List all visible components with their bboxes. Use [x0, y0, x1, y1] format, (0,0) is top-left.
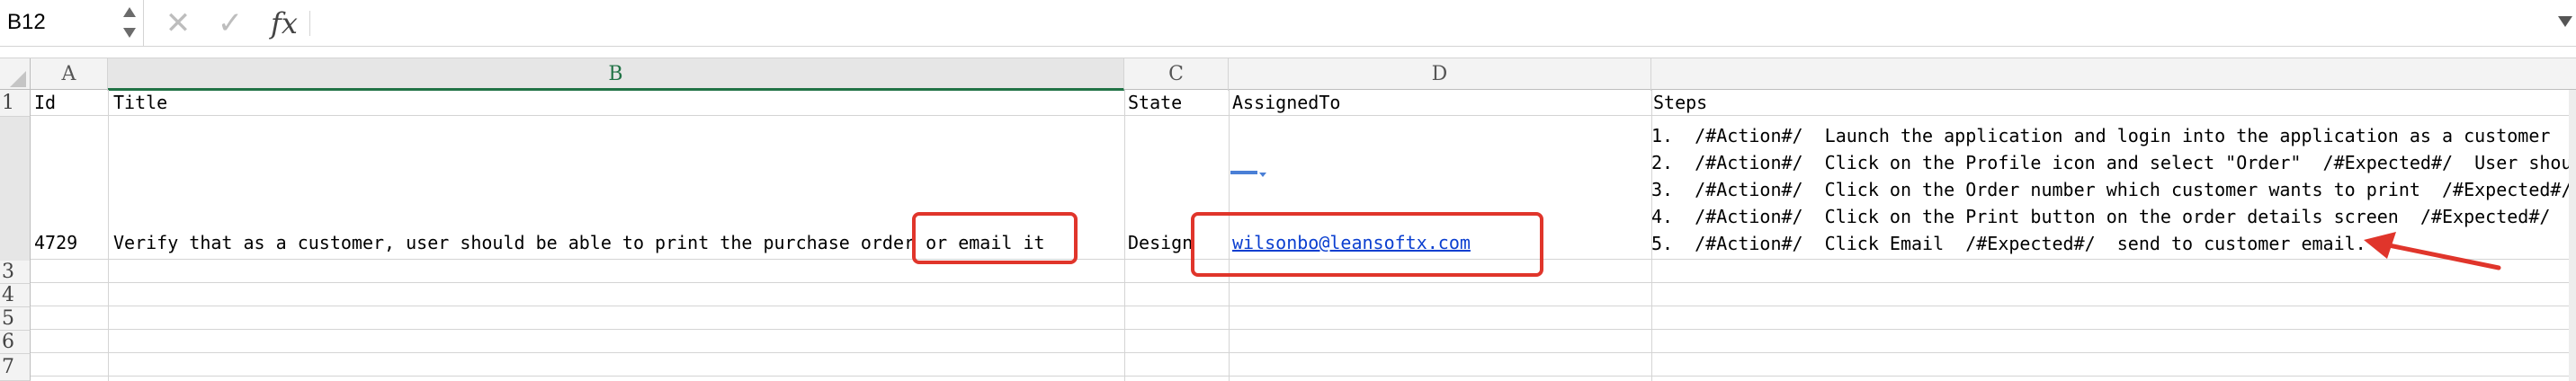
column-header-row: A B C D [0, 58, 2576, 91]
name-box[interactable]: B12 [0, 0, 144, 47]
cell-e1[interactable]: Steps [1653, 92, 1707, 113]
select-all-corner[interactable] [0, 58, 31, 91]
grid-line [31, 376, 2576, 377]
row-header-4[interactable]: 4 [0, 284, 31, 307]
vertical-scrollbar[interactable] [2569, 90, 2576, 381]
annotation-highlight-title [912, 212, 1078, 264]
autofill-options-icon[interactable] [1230, 171, 1268, 178]
formula-bar: B12 ✕ ✓ fx [0, 0, 2576, 47]
cell-b2-title[interactable]: Verify that as a customer, user should b… [113, 232, 1045, 253]
name-box-dropdown-icon[interactable] [123, 5, 138, 40]
cell-a1[interactable]: Id [34, 92, 56, 113]
row-header-3[interactable]: 3 [0, 261, 31, 284]
cell-c1[interactable]: State [1128, 92, 1182, 113]
grid-line [31, 352, 2576, 353]
cell-b1[interactable]: Title [113, 92, 167, 113]
step-line-3: 3. /#Action#/ Click on the Order number … [1651, 179, 2572, 200]
grid-line [31, 115, 2576, 116]
row-header-1[interactable]: 1 [0, 90, 31, 117]
formula-input[interactable] [324, 11, 2545, 36]
row-header-6[interactable]: 6 [0, 331, 31, 354]
cell-d1[interactable]: AssignedTo [1232, 92, 1340, 113]
step-line-1: 1. /#Action#/ Launch the application and… [1651, 125, 2576, 146]
column-header-a[interactable]: A [31, 58, 108, 91]
column-header-c[interactable]: C [1124, 58, 1229, 91]
step-line-4: 4. /#Action#/ Click on the Print button … [1651, 206, 2576, 227]
step-line-2: 2. /#Action#/ Click on the Profile icon … [1651, 152, 2572, 173]
annotation-highlight-email [1191, 212, 1543, 277]
annotation-arrow [2364, 232, 2501, 270]
fx-icon[interactable]: fx [266, 5, 302, 41]
formula-bar-divider [309, 11, 310, 36]
grid-line [1124, 90, 1125, 381]
column-header-b[interactable]: B [108, 58, 1124, 91]
close-icon[interactable]: ✕ [160, 5, 196, 41]
grid-line [108, 90, 109, 381]
row-header-7[interactable]: 7 [0, 354, 31, 381]
row-header-5[interactable]: 5 [0, 307, 31, 331]
name-box-value[interactable]: B12 [7, 10, 46, 35]
expand-formula-bar-icon[interactable] [2558, 16, 2572, 27]
column-header-d[interactable]: D [1229, 58, 1651, 91]
cell-a2-id[interactable]: 4729 [34, 232, 77, 253]
column-header-e[interactable] [1651, 58, 2576, 91]
check-icon[interactable]: ✓ [212, 5, 248, 41]
